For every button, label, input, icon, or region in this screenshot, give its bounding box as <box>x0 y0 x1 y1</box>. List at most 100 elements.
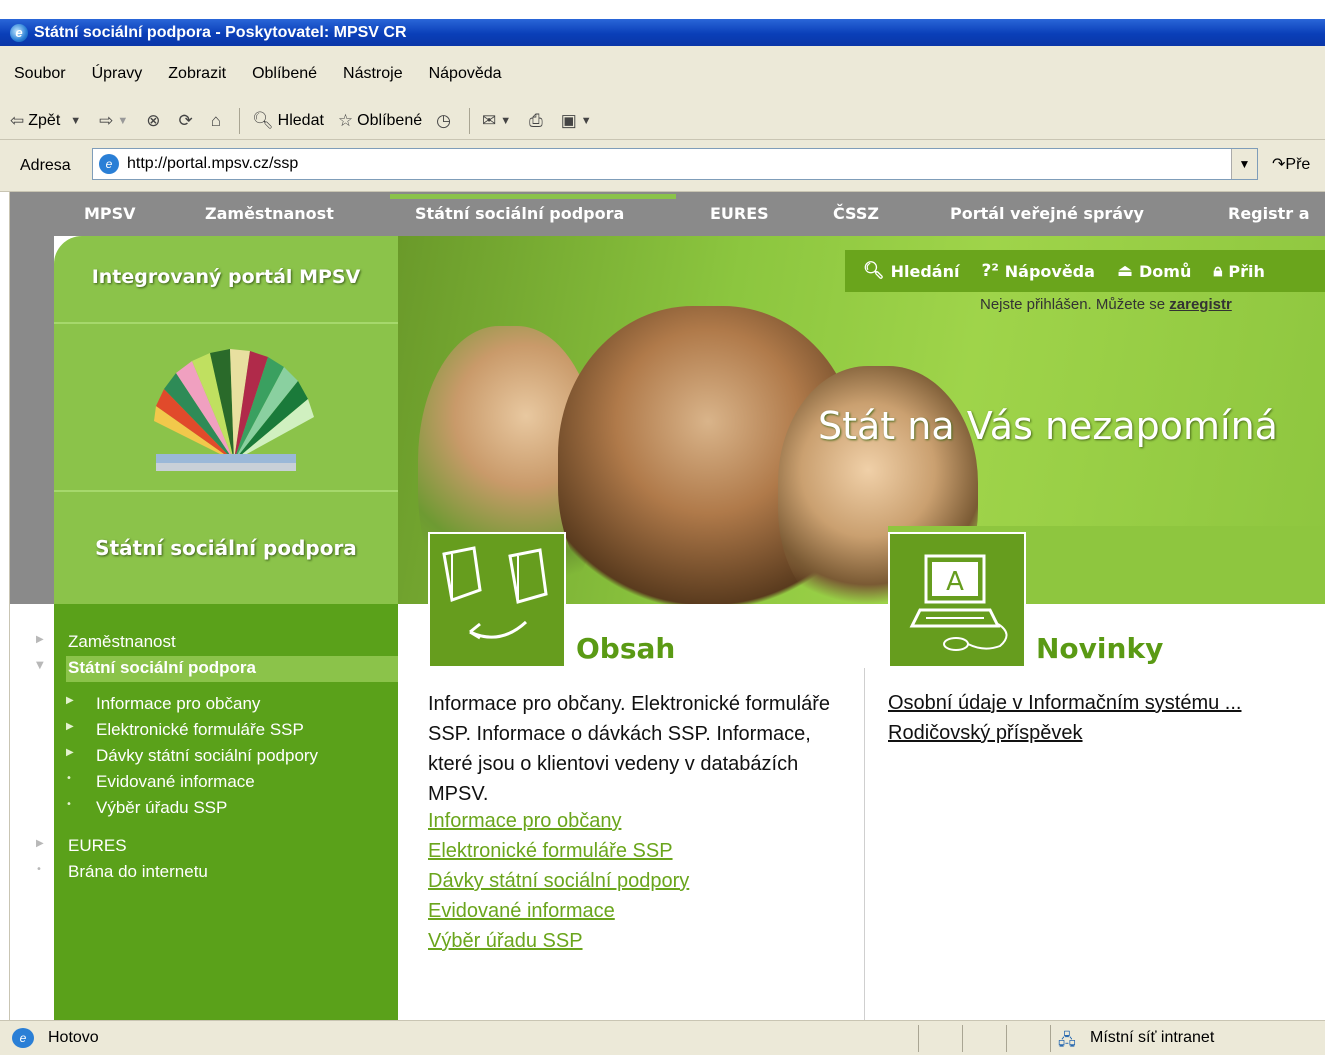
nav-item-informace[interactable]: Informace pro občany <box>96 694 260 714</box>
page-viewport: MPSV Zaměstnanost Státní sociální podpor… <box>0 192 1325 1020</box>
expand-arrow-icon[interactable]: ▶ <box>66 747 74 758</box>
menu-edit[interactable]: Úpravy <box>92 65 143 83</box>
nav-ssp[interactable]: Státní sociální podpora <box>415 204 624 223</box>
novinky-heading: Novinky <box>1036 632 1164 665</box>
menu-favorites[interactable]: Oblíbené <box>252 65 317 83</box>
novinky-link-rodicovsky[interactable]: Rodičovský příspěvek <box>888 722 1083 745</box>
go-button[interactable]: ↷Pře <box>1272 154 1310 174</box>
collapse-arrow-icon[interactable]: ▼ <box>36 660 44 671</box>
stop-icon: ⊗ <box>146 110 161 130</box>
viewport-edge <box>0 192 10 1020</box>
home-icon: ⌂ <box>210 110 222 130</box>
expand-arrow-icon[interactable]: ▶ <box>66 695 74 706</box>
mail-button[interactable]: ✉ ▼ <box>482 111 515 131</box>
menu-bar: Soubor Úpravy Zobrazit Oblíbené Nástroje… <box>0 46 1325 102</box>
obsah-description: Informace pro občany. Elektronické formu… <box>428 693 831 805</box>
nav-portal-verejne-spravy[interactable]: Portál veřejné správy <box>950 204 1144 223</box>
novinky-icon-box: A <box>888 532 1026 668</box>
status-zone: Místní síť intranet <box>1090 1029 1215 1046</box>
search-icon: 🔍︎ <box>252 110 274 130</box>
nav-registr[interactable]: Registr a <box>1228 204 1310 223</box>
obsah-icon-box <box>428 532 566 668</box>
search-button[interactable]: 🔍︎ Hledat <box>252 111 324 131</box>
folders-exchange-icon <box>442 546 548 640</box>
refresh-icon: ⟳ <box>178 110 193 130</box>
bullet-icon: • <box>66 773 72 784</box>
home-icon: ⏏ <box>1116 261 1133 281</box>
obsah-link-davky[interactable]: Dávky státní sociální podpory <box>428 870 689 893</box>
divider <box>54 322 398 324</box>
address-url: http://portal.mpsv.cz/ssp <box>127 155 299 172</box>
search-icon: 🔍︎ <box>863 261 885 281</box>
nav-mpsv[interactable]: MPSV <box>84 204 136 223</box>
address-dropdown-button[interactable]: ▼ <box>1231 149 1257 179</box>
obsah-link-evidovane[interactable]: Evidované informace <box>428 900 615 923</box>
register-link[interactable]: zaregistr <box>1169 296 1232 313</box>
go-arrow-icon: ↷ <box>1272 156 1286 173</box>
expand-arrow-icon[interactable]: ▶ <box>36 838 44 849</box>
nav-item-zamestnanost[interactable]: Zaměstnanost <box>68 632 176 652</box>
history-button[interactable]: ◷ <box>436 111 455 131</box>
utility-toolbar: 🔍︎ Hledání ?² Nápověda ⏏ Domů 🔒︎ Přih <box>845 250 1325 292</box>
search-link[interactable]: 🔍︎ Hledání <box>863 261 959 281</box>
page-status-icon: e <box>12 1028 34 1048</box>
active-tab-indicator <box>390 194 676 199</box>
address-input[interactable]: e http://portal.mpsv.cz/ssp ▼ <box>92 148 1258 180</box>
chevron-down-icon: ▼ <box>70 114 82 127</box>
window-title: Státní sociální podpora - Poskytovatel: … <box>34 23 407 41</box>
history-icon: ◷ <box>436 110 451 130</box>
fan-logo-icon <box>154 349 314 471</box>
help-icon: ?² <box>981 261 999 281</box>
toolbar: ⇦ Zpět ▼ ⇨ ▼ ⊗ ⟳ ⌂ 🔍︎ Hledat ☆ Oblíbené ◷ ✉ ▼ … <box>0 102 1325 140</box>
column-divider <box>864 668 865 1020</box>
window-titlebar: e Státní sociální podpora - Poskytovatel… <box>0 19 1325 46</box>
svg-text:A: A <box>946 567 964 597</box>
status-bar: e Hotovo 🖧︎ Místní síť intranet <box>0 1020 1325 1055</box>
obsah-link-vyber-uradu[interactable]: Výběr úřadu SSP <box>428 930 583 953</box>
lock-icon: 🔒︎ <box>1213 261 1223 281</box>
nav-item-davky[interactable]: Dávky státní sociální podpory <box>96 746 318 766</box>
obsah-link-informace[interactable]: Informace pro občany <box>428 810 621 833</box>
nav-item-brana[interactable]: Brána do internetu <box>68 862 208 882</box>
refresh-button[interactable]: ⟳ <box>179 111 197 131</box>
chevron-down-icon: ▼ <box>117 114 129 127</box>
nav-eures[interactable]: EURES <box>710 204 769 223</box>
menu-view[interactable]: Zobrazit <box>168 65 226 83</box>
stop-button[interactable]: ⊗ <box>146 111 164 131</box>
nav-item-eures[interactable]: EURES <box>68 836 127 856</box>
nav-item-formulare[interactable]: Elektronické formuláře SSP <box>96 720 304 740</box>
back-button[interactable]: ⇦ Zpět ▼ <box>10 111 85 131</box>
menu-file[interactable]: Soubor <box>14 65 66 83</box>
divider <box>54 490 398 492</box>
forward-button[interactable]: ⇨ ▼ <box>99 111 132 131</box>
page-icon: e <box>99 154 119 174</box>
nav-zamestnanost[interactable]: Zaměstnanost <box>205 204 334 223</box>
status-cell <box>962 1025 1006 1052</box>
login-status: Nejste přihlášen. Můžete se zaregistr <box>980 296 1232 313</box>
hero-slogan: Stát na Vás nezapomíná <box>818 404 1278 448</box>
expand-arrow-icon[interactable]: ▶ <box>66 721 74 732</box>
back-arrow-icon: ⇦ <box>10 110 25 130</box>
help-link[interactable]: ?² Nápověda <box>981 261 1094 281</box>
address-label: Adresa <box>20 156 71 174</box>
ie-logo-icon: e <box>10 23 28 42</box>
portal-title: Integrovaný portál MPSV <box>91 266 361 288</box>
menu-tools[interactable]: Nástroje <box>343 65 403 83</box>
bullet-icon: • <box>36 864 42 875</box>
status-cell <box>1006 1025 1050 1052</box>
expand-arrow-icon[interactable]: ▶ <box>36 634 44 645</box>
nav-item-vyber-uradu[interactable]: Výběr úřadu SSP <box>96 798 227 818</box>
nav-cssz[interactable]: ČSSZ <box>833 204 879 223</box>
obsah-link-formulare[interactable]: Elektronické formuláře SSP <box>428 840 673 863</box>
home-link[interactable]: ⏏ Domů <box>1117 261 1191 281</box>
nav-item-ssp[interactable]: Státní sociální podpora <box>68 658 256 678</box>
novinky-link-osobni-udaje[interactable]: Osobní údaje v Informačním systému ... <box>888 692 1241 715</box>
favorites-button[interactable]: ☆ Oblíbené <box>338 111 422 131</box>
toolbar-separator <box>468 107 470 134</box>
print-button[interactable]: ⎙ <box>529 111 547 131</box>
edit-button[interactable]: ▣ ▼ <box>561 111 596 131</box>
menu-help[interactable]: Nápověda <box>429 65 502 83</box>
nav-item-evidovane[interactable]: Evidované informace <box>96 772 255 792</box>
login-link[interactable]: 🔒︎ Přih <box>1213 261 1265 281</box>
home-button[interactable]: ⌂ <box>211 111 225 131</box>
